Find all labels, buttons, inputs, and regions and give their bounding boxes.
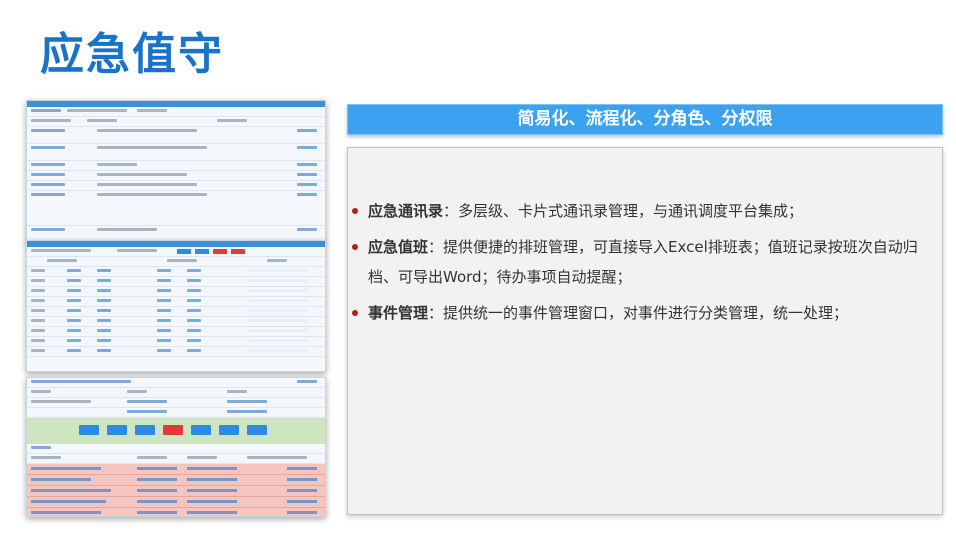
bullet-icon [352, 208, 358, 214]
feature-item: 应急通讯录：多层级、卡片式通讯录管理，与通讯调度平台集成； [352, 196, 936, 226]
feature-list: 应急通讯录：多层级、卡片式通讯录管理，与通讯调度平台集成； 应急值班：提供便捷的… [352, 196, 936, 334]
duty-log-screenshot [26, 100, 326, 242]
feature-desc: 多层级、卡片式通讯录管理，与通讯调度平台集成； [458, 202, 804, 220]
shift-schedule-screenshot [26, 240, 326, 372]
feature-item: 应急值班：提供便捷的排班管理，可直接导入Excel排班表；值班记录按班次自动归档… [352, 232, 936, 292]
feature-desc: 提供统一的事件管理窗口，对事件进行分类管理，统一处理； [443, 304, 849, 322]
page-title: 应急值守 [40, 29, 224, 80]
feature-banner: 简易化、流程化、分角色、分权限 [347, 104, 943, 135]
bullet-icon [352, 244, 358, 250]
feature-label: 事件管理 [368, 304, 429, 322]
feature-label: 应急值班 [368, 238, 429, 256]
bullet-icon [352, 310, 358, 316]
event-management-screenshot [26, 377, 326, 517]
feature-desc: 提供便捷的排班管理，可直接导入Excel排班表；值班记录按班次自动归档、可导出W… [368, 238, 918, 286]
feature-label: 应急通讯录 [368, 202, 444, 220]
feature-item: 事件管理：提供统一的事件管理窗口，对事件进行分类管理，统一处理； [352, 298, 936, 328]
